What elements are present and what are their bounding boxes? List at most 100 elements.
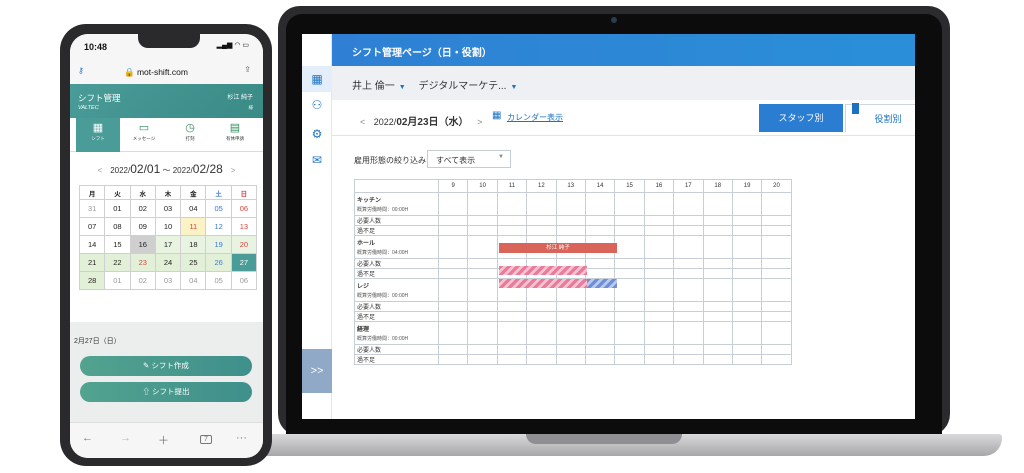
hour-cell[interactable] bbox=[496, 225, 528, 236]
day-cell[interactable]: 13 bbox=[230, 217, 258, 236]
hour-cell[interactable] bbox=[614, 344, 645, 355]
hour-cell[interactable] bbox=[702, 301, 733, 312]
hour-cell[interactable] bbox=[702, 321, 733, 345]
hour-cell[interactable] bbox=[761, 215, 792, 226]
hour-cell[interactable] bbox=[584, 344, 616, 355]
hour-cell[interactable] bbox=[673, 311, 704, 322]
hour-cell[interactable] bbox=[731, 321, 763, 345]
hour-cell[interactable] bbox=[614, 258, 645, 269]
hour-cell[interactable] bbox=[467, 215, 498, 226]
day-cell[interactable]: 15 bbox=[104, 235, 131, 254]
hour-cell[interactable] bbox=[702, 268, 733, 279]
hour-cell[interactable] bbox=[643, 215, 675, 226]
hour-cell[interactable] bbox=[555, 192, 586, 216]
nav-shift[interactable]: ▦ シフト bbox=[76, 118, 120, 152]
hour-cell[interactable] bbox=[673, 235, 704, 259]
more-icon[interactable]: ··· bbox=[236, 432, 247, 444]
hour-cell[interactable] bbox=[526, 311, 557, 322]
hour-cell[interactable] bbox=[584, 311, 616, 322]
day-cell[interactable]: 14 bbox=[78, 235, 106, 254]
hour-cell[interactable] bbox=[614, 268, 645, 279]
hour-cell[interactable] bbox=[702, 225, 733, 236]
hour-cell[interactable] bbox=[584, 258, 616, 269]
hour-cell[interactable] bbox=[584, 268, 616, 279]
hour-cell[interactable] bbox=[437, 311, 469, 322]
org-chart-icon[interactable]: ⚇ bbox=[309, 97, 325, 113]
hour-cell[interactable] bbox=[467, 301, 498, 312]
hour-cell[interactable] bbox=[555, 311, 586, 322]
hour-cell[interactable] bbox=[584, 321, 616, 345]
hour-cell[interactable] bbox=[731, 268, 763, 279]
hour-cell[interactable] bbox=[643, 278, 675, 302]
nav-clock[interactable]: ◷ 打刻 bbox=[168, 118, 212, 152]
hour-cell[interactable] bbox=[555, 225, 586, 236]
tabs-count[interactable]: 7 bbox=[200, 435, 212, 444]
hour-cell[interactable] bbox=[761, 301, 792, 312]
create-shift-button[interactable]: ✎ シフト作成 bbox=[80, 356, 252, 376]
hour-cell[interactable] bbox=[437, 192, 469, 216]
hour-cell[interactable] bbox=[437, 268, 469, 279]
hour-cell[interactable] bbox=[526, 215, 557, 226]
hour-cell[interactable] bbox=[437, 278, 469, 302]
hour-cell[interactable] bbox=[673, 215, 704, 226]
hour-cell[interactable] bbox=[643, 301, 675, 312]
hour-cell[interactable] bbox=[643, 354, 675, 365]
hour-cell[interactable] bbox=[673, 354, 704, 365]
hour-cell[interactable] bbox=[496, 344, 528, 355]
hour-cell[interactable] bbox=[467, 311, 498, 322]
hour-cell[interactable] bbox=[643, 344, 675, 355]
day-cell[interactable]: 20 bbox=[230, 235, 258, 254]
day-cell[interactable]: 04 bbox=[180, 199, 207, 218]
hour-cell[interactable] bbox=[467, 268, 498, 279]
hour-cell[interactable] bbox=[437, 225, 469, 236]
hour-cell[interactable] bbox=[731, 344, 763, 355]
forward-icon[interactable]: → bbox=[120, 432, 131, 444]
hour-cell[interactable] bbox=[702, 311, 733, 322]
day-cell[interactable]: 12 bbox=[205, 217, 232, 236]
day-cell[interactable]: 05 bbox=[205, 271, 232, 290]
hour-cell[interactable] bbox=[761, 354, 792, 365]
next-day-button[interactable]: > bbox=[477, 117, 482, 127]
hour-cell[interactable] bbox=[467, 354, 498, 365]
hour-cell[interactable] bbox=[702, 192, 733, 216]
submit-shift-button[interactable]: ⇧ シフト提出 bbox=[80, 382, 252, 402]
hour-cell[interactable] bbox=[555, 215, 586, 226]
tab-role[interactable]: 役割別 bbox=[845, 103, 915, 132]
hour-cell[interactable] bbox=[437, 301, 469, 312]
day-cell[interactable]: 21 bbox=[78, 253, 106, 272]
hour-cell[interactable] bbox=[643, 225, 675, 236]
hour-cell[interactable] bbox=[555, 344, 586, 355]
person-select[interactable]: 井上 倫一 bbox=[352, 81, 395, 92]
hour-cell[interactable] bbox=[584, 192, 616, 216]
hour-cell[interactable] bbox=[673, 301, 704, 312]
day-cell[interactable]: 19 bbox=[205, 235, 232, 254]
day-cell[interactable]: 11 bbox=[180, 217, 207, 236]
day-cell[interactable]: 05 bbox=[205, 199, 232, 218]
hour-cell[interactable] bbox=[673, 225, 704, 236]
day-cell[interactable]: 01 bbox=[104, 271, 131, 290]
day-cell-today[interactable]: 27 bbox=[230, 253, 258, 272]
hour-cell[interactable] bbox=[643, 268, 675, 279]
hour-cell[interactable] bbox=[702, 215, 733, 226]
new-tab-icon[interactable]: ＋ bbox=[158, 432, 169, 448]
day-cell[interactable]: 07 bbox=[78, 217, 106, 236]
hour-cell[interactable] bbox=[614, 192, 645, 216]
hour-cell[interactable] bbox=[673, 344, 704, 355]
nav-message[interactable]: ▭ メッセージ bbox=[122, 118, 166, 152]
day-cell[interactable]: 02 bbox=[129, 199, 156, 218]
day-cell[interactable]: 03 bbox=[154, 199, 182, 218]
day-cell[interactable]: 18 bbox=[180, 235, 207, 254]
hour-cell[interactable] bbox=[702, 258, 733, 269]
hour-cell[interactable] bbox=[584, 215, 616, 226]
hour-cell[interactable] bbox=[496, 321, 528, 345]
hour-cell[interactable] bbox=[496, 311, 528, 322]
tab-staff[interactable]: スタッフ別 bbox=[759, 104, 843, 132]
calendar-view-link[interactable]: カレンダー表示 bbox=[507, 112, 563, 123]
back-icon[interactable]: ← bbox=[82, 432, 93, 444]
day-cell[interactable]: 17 bbox=[154, 235, 182, 254]
hour-cell[interactable] bbox=[673, 258, 704, 269]
calendar-icon[interactable]: ▦ bbox=[309, 71, 325, 87]
hour-cell[interactable] bbox=[467, 321, 498, 345]
next-month-button[interactable]: > bbox=[231, 166, 236, 175]
hour-cell[interactable] bbox=[702, 278, 733, 302]
